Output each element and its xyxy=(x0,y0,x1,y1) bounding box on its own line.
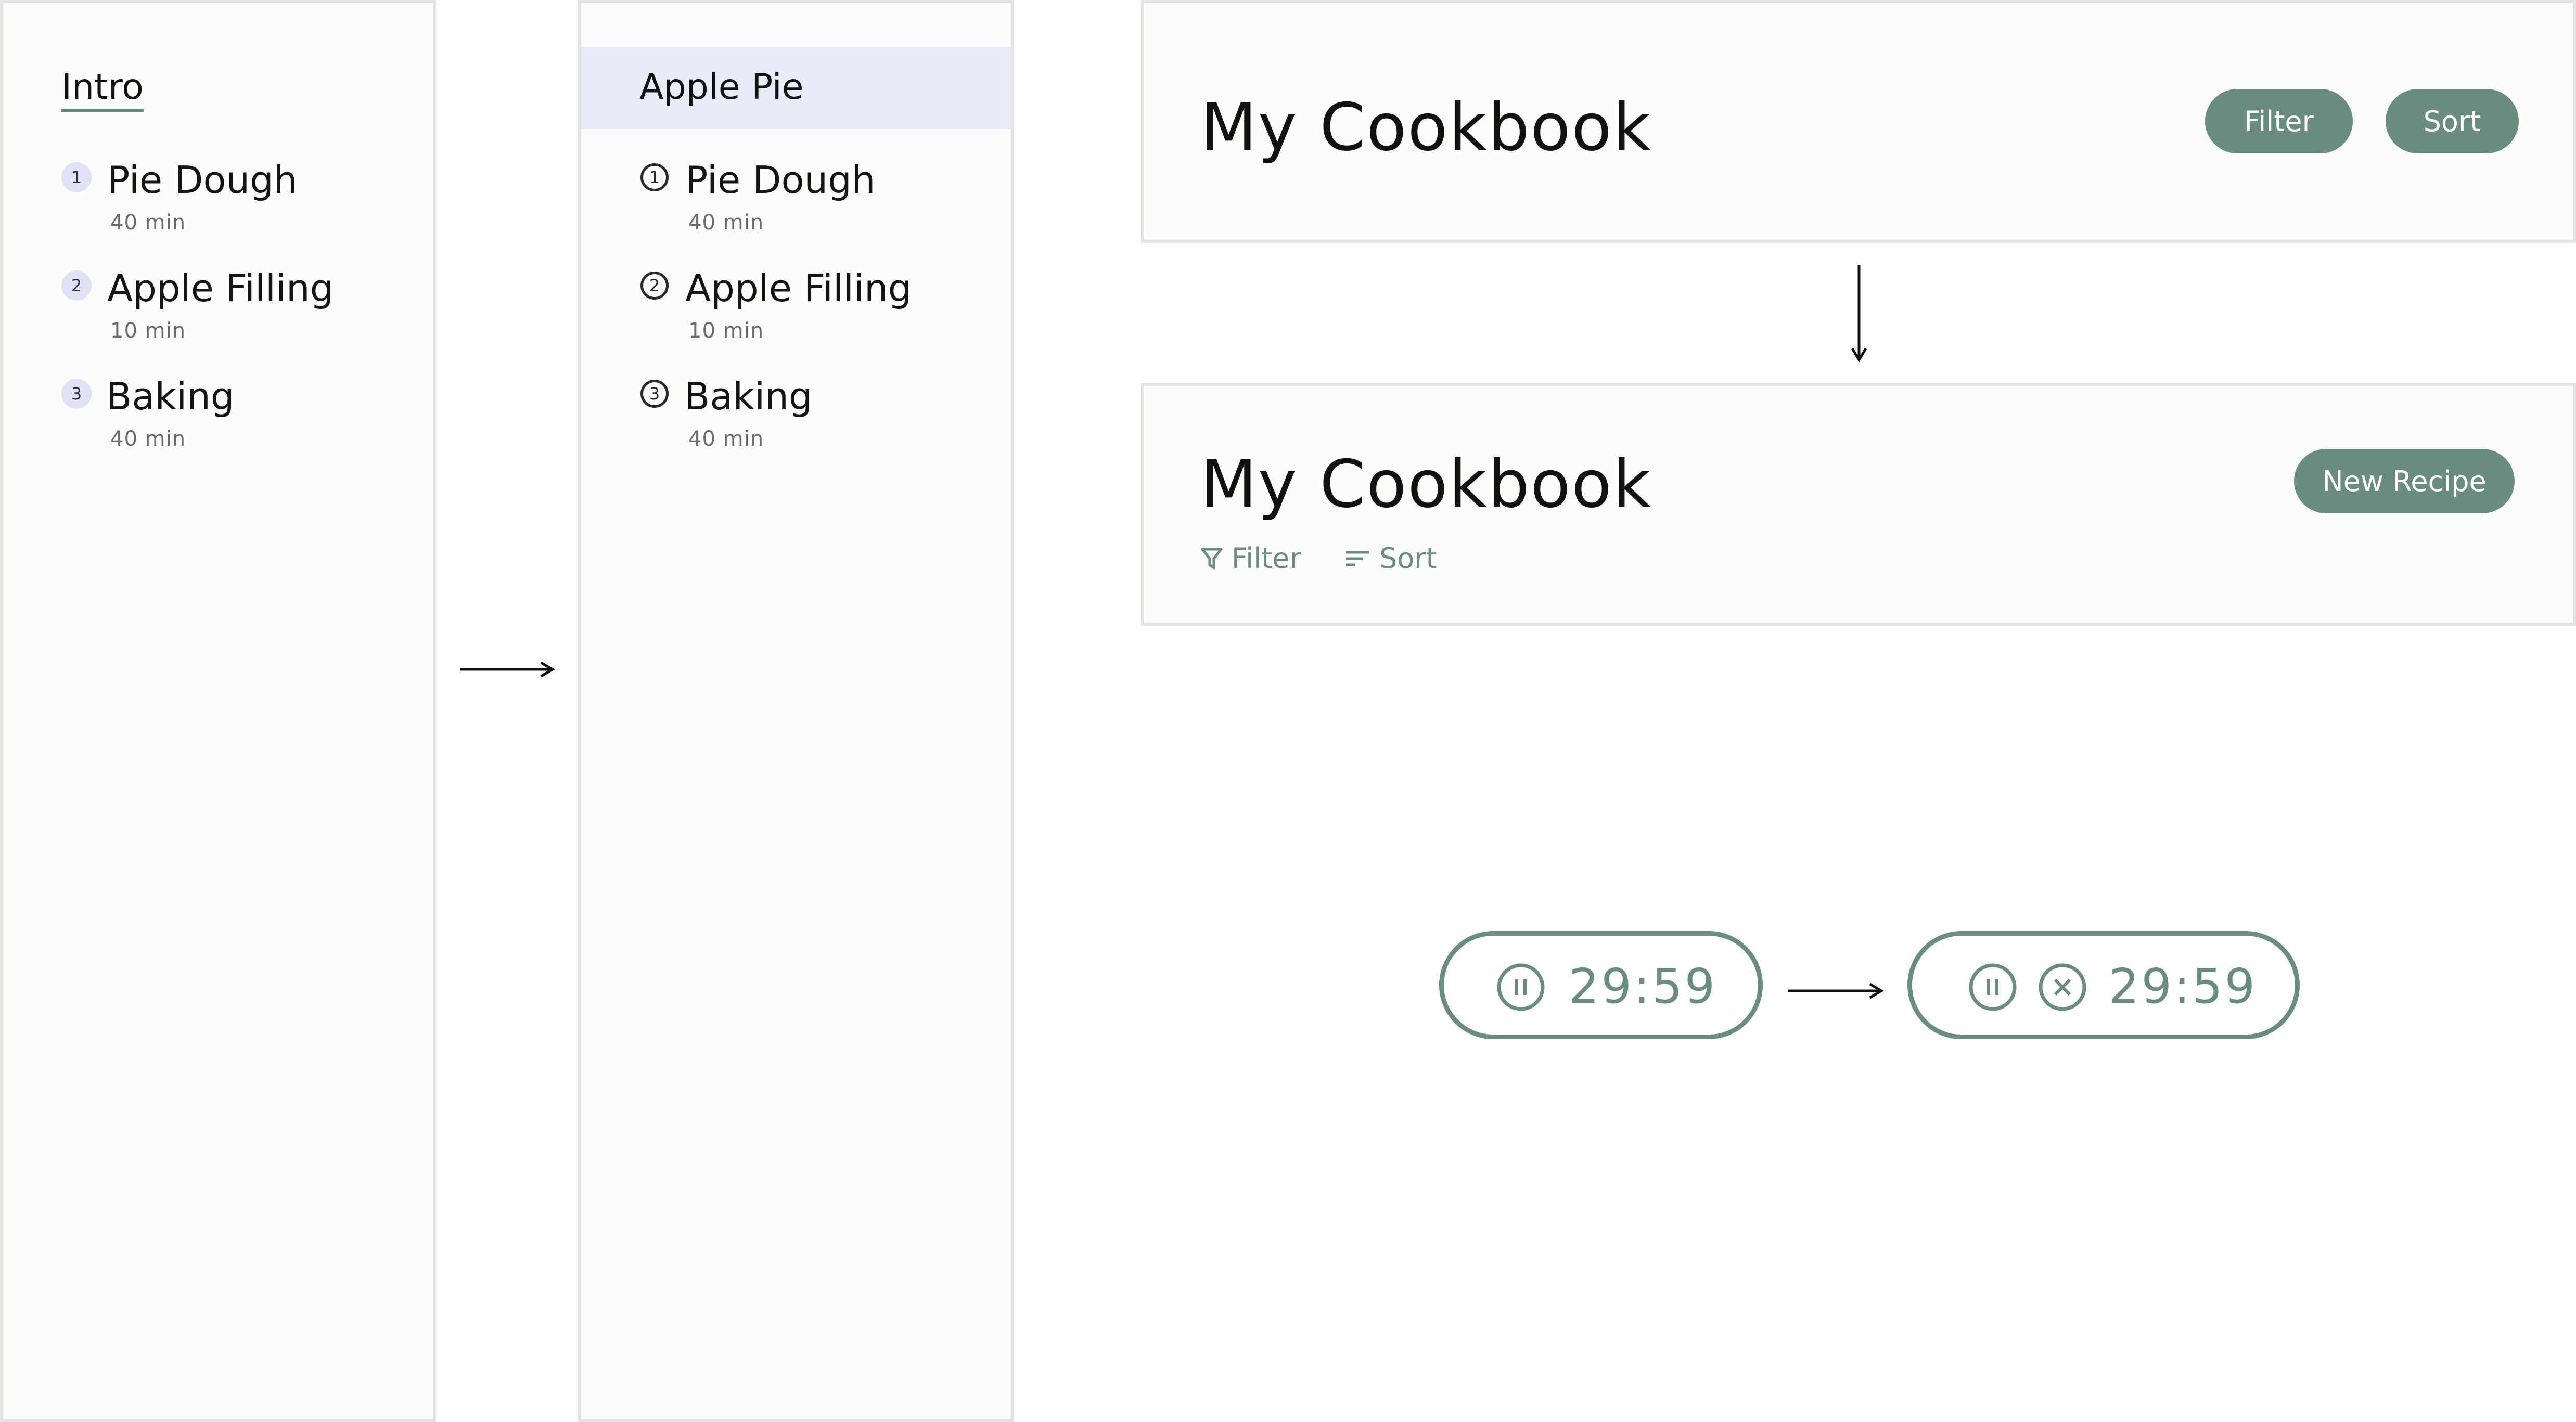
step-time: 40 min xyxy=(688,211,764,235)
timer-readout: 29:59 xyxy=(2109,959,2258,1014)
timer-pill-after: 29:59 xyxy=(1907,931,2300,1039)
header-before: My Cookbook Filter Sort xyxy=(1141,0,2576,243)
page-title: My Cookbook xyxy=(1200,89,1652,165)
header-after: My Cookbook New Recipe Filter Sort xyxy=(1141,383,2576,626)
step-item-pie-dough[interactable]: Pie Dough xyxy=(685,161,875,199)
step-number-ring: 1 xyxy=(640,163,669,191)
arrow-right-icon xyxy=(460,661,555,678)
timer-readout: 29:59 xyxy=(1569,959,1718,1014)
step-item-apple-filling[interactable]: Apple Filling xyxy=(107,269,334,307)
step-item-apple-filling[interactable]: Apple Filling xyxy=(685,269,912,307)
sort-link[interactable]: Sort xyxy=(1344,542,1437,575)
step-number-badge: 3 xyxy=(61,379,92,409)
filter-link[interactable]: Filter xyxy=(1200,542,1301,575)
section-title-intro[interactable]: Intro xyxy=(61,70,144,112)
step-number-badge: 1 xyxy=(61,162,92,192)
timer-pill-before: 29:59 xyxy=(1439,931,1763,1039)
sort-link-label: Sort xyxy=(1379,542,1437,575)
close-icon[interactable] xyxy=(2038,963,2087,1012)
pause-icon[interactable] xyxy=(1968,963,2017,1012)
step-time: 40 min xyxy=(110,211,186,235)
sort-button[interactable]: Sort xyxy=(2386,89,2519,153)
step-number-ring: 3 xyxy=(640,380,669,408)
step-time: 40 min xyxy=(110,427,186,451)
step-time: 40 min xyxy=(688,427,764,451)
arrow-right-icon xyxy=(1788,983,1884,999)
step-item-baking[interactable]: Baking xyxy=(684,378,813,415)
sidebar-before: Intro 1 Pie Dough 40 min 2 Apple Filling… xyxy=(0,0,436,1422)
step-time: 10 min xyxy=(110,319,186,343)
step-item-pie-dough[interactable]: Pie Dough xyxy=(107,161,297,199)
new-recipe-button[interactable]: New Recipe xyxy=(2294,449,2515,513)
step-time: 10 min xyxy=(688,319,764,343)
pause-icon[interactable] xyxy=(1496,963,1545,1012)
filter-link-label: Filter xyxy=(1232,542,1301,575)
filter-button[interactable]: Filter xyxy=(2205,89,2353,153)
sidebar-after: Apple Pie 1 Pie Dough 40 min 2 Apple Fil… xyxy=(578,0,1014,1422)
sort-icon xyxy=(1346,551,1369,566)
page-title: My Cookbook xyxy=(1200,446,1652,522)
step-number-badge: 2 xyxy=(61,270,92,301)
step-item-baking[interactable]: Baking xyxy=(106,378,235,415)
step-number-ring: 2 xyxy=(640,272,669,300)
filter-icon xyxy=(1201,548,1223,569)
arrow-down-icon xyxy=(1851,265,1867,363)
recipe-title-apple-pie[interactable]: Apple Pie xyxy=(639,70,803,105)
